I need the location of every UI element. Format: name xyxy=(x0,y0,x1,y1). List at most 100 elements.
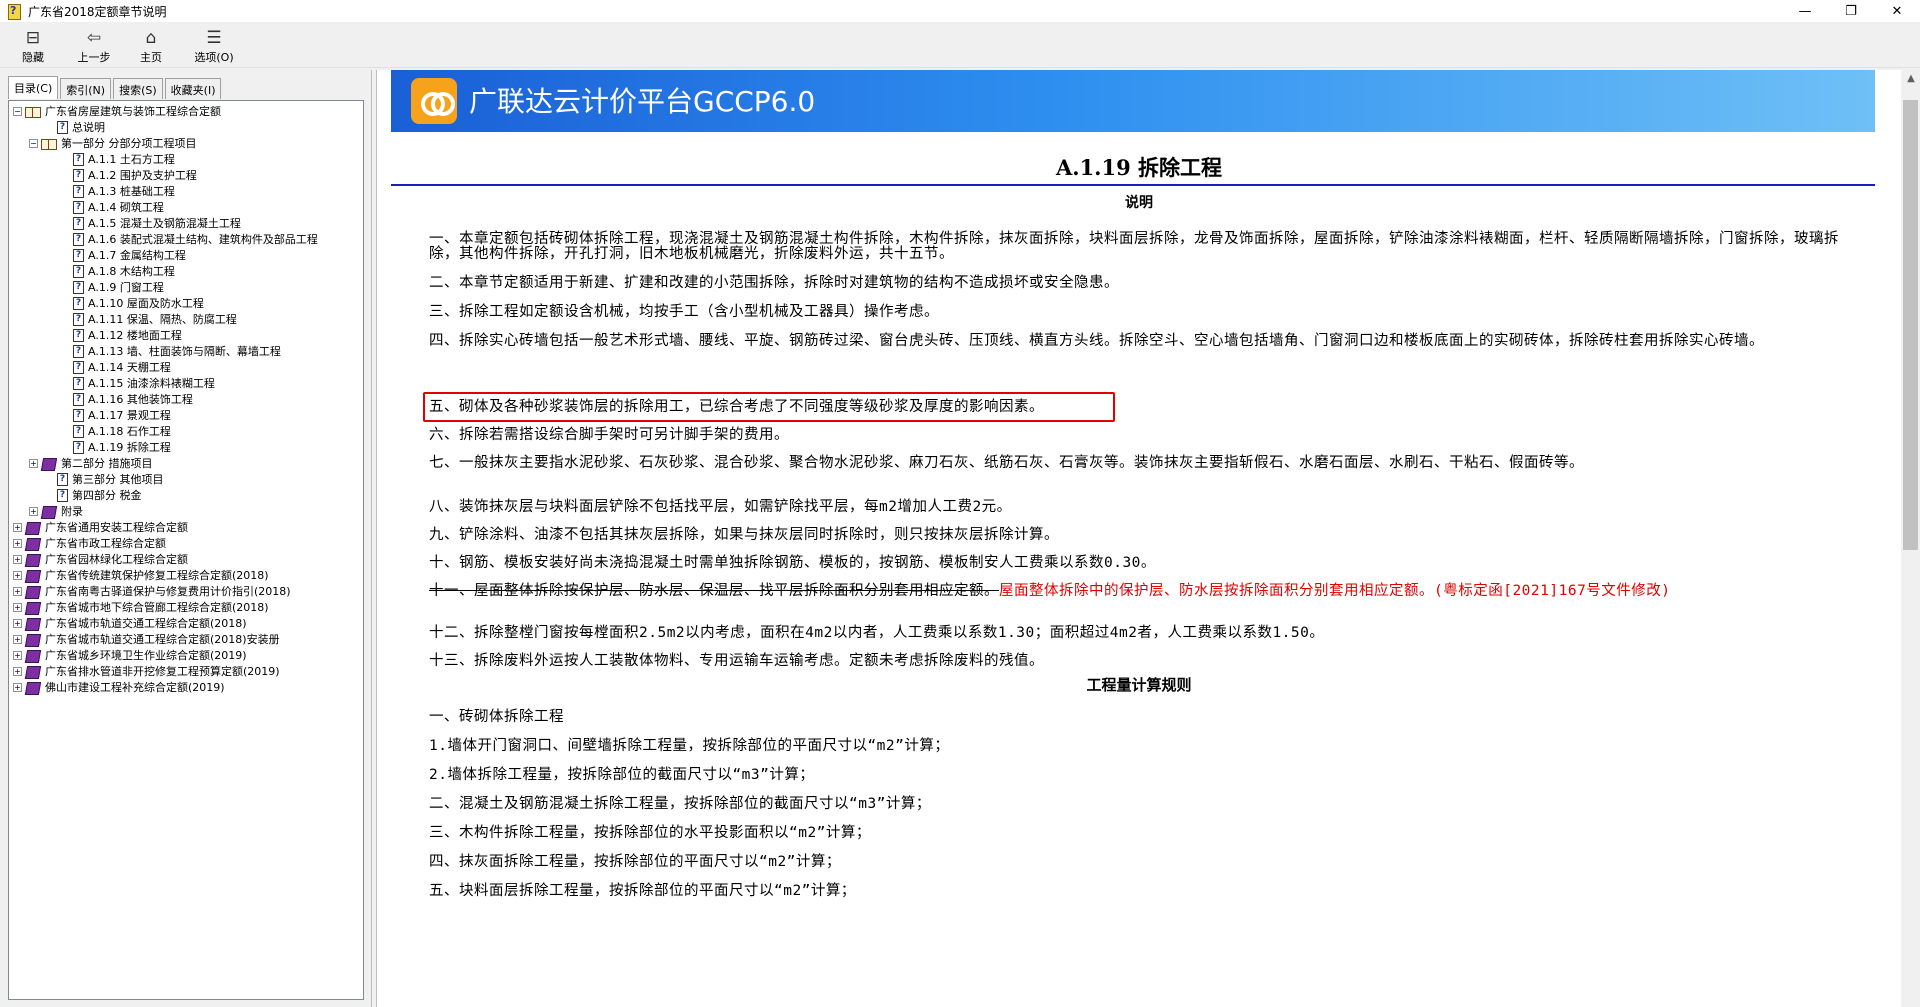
options-button[interactable]: ☰ 选项(O) xyxy=(190,22,238,68)
tree-node[interactable]: + 广东省城市轨道交通工程综合定额(2018) xyxy=(9,615,363,631)
vertical-scrollbar[interactable]: ▲ xyxy=(1901,70,1920,1007)
tree-node-label: 第一部分 分部分项工程项目 xyxy=(61,137,197,150)
rule-item: 一、砖砌体拆除工程 xyxy=(429,709,564,725)
tree-node[interactable]: + 广东省城市地下综合管廊工程综合定额(2018) xyxy=(9,599,363,615)
tree-node[interactable]: − 第一部分 分部分项工程项目 xyxy=(9,135,363,151)
tree-node[interactable]: ? 第四部分 税金 xyxy=(9,487,363,503)
tree-node[interactable]: ? 总说明 xyxy=(9,119,363,135)
scroll-up-icon[interactable]: ▲ xyxy=(1901,70,1920,88)
help-page-icon: ? xyxy=(73,312,84,326)
tree-node[interactable]: ? A.1.4 砌筑工程 xyxy=(9,199,363,215)
tree-node[interactable]: ? A.1.5 混凝土及钢筋混凝土工程 xyxy=(9,215,363,231)
expand-icon[interactable]: + xyxy=(29,458,38,468)
tree-node-label: 广东省市政工程综合定额 xyxy=(45,537,166,550)
tree-node[interactable]: ? A.1.19 拆除工程 xyxy=(9,439,363,455)
tree-node[interactable]: ? A.1.6 装配式混凝土结构、建筑构件及部品工程 xyxy=(9,231,363,247)
expand-icon[interactable]: + xyxy=(13,666,22,676)
closed-book-icon xyxy=(25,633,41,646)
tree-node[interactable]: ? A.1.13 墙、柱面装饰与隔断、幕墙工程 xyxy=(9,343,363,359)
tree-node[interactable]: ? A.1.14 天棚工程 xyxy=(9,359,363,375)
tree-node[interactable]: ? A.1.1 土石方工程 xyxy=(9,151,363,167)
tree-node[interactable]: ? A.1.3 桩基础工程 xyxy=(9,183,363,199)
tree-node[interactable]: + 第二部分 措施项目 xyxy=(9,455,363,471)
tree-node[interactable]: + 广东省传统建筑保护修复工程综合定额(2018) xyxy=(9,567,363,583)
rule-item: 五、块料面层拆除工程量，按拆除部位的平面尺寸以“m2”计算； xyxy=(429,883,856,899)
closed-book-icon xyxy=(25,601,41,614)
tree-node[interactable]: + 广东省排水管道非开挖修复工程预算定额(2019) xyxy=(9,663,363,679)
tree-node-label: 广东省城市地下综合管廊工程综合定额(2018) xyxy=(45,601,269,614)
expand-icon[interactable]: + xyxy=(13,618,22,628)
tree-node[interactable]: + 广东省南粤古驿道保护与修复费用计价指引(2018) xyxy=(9,583,363,599)
tree-node[interactable]: + 附录 xyxy=(9,503,363,519)
minimize-button[interactable]: — xyxy=(1782,0,1828,22)
tab-contents[interactable]: 目录(C) xyxy=(8,76,59,99)
expand-icon[interactable]: + xyxy=(29,506,38,516)
gcloud-logo-icon xyxy=(411,78,457,124)
home-button[interactable]: ⌂ 主页 xyxy=(134,22,168,68)
expand-icon[interactable]: + xyxy=(13,554,22,564)
close-button[interactable]: ✕ xyxy=(1874,0,1920,22)
tree-node[interactable]: + 广东省市政工程综合定额 xyxy=(9,535,363,551)
rule-item: 二、混凝土及钢筋混凝土拆除工程量，按拆除部位的截面尺寸以“m3”计算； xyxy=(429,796,931,812)
content-pane: 广联达云计价平台GCCP6.0 A.1.19 拆除工程 说明 一、本章定额包括砖… xyxy=(376,70,1920,1007)
tree-node[interactable]: ? A.1.18 石作工程 xyxy=(9,423,363,439)
rule-item: 三、木构件拆除工程量，按拆除部位的水平投影面积以“m2”计算； xyxy=(429,825,871,841)
closed-book-icon xyxy=(25,681,41,694)
home-label: 主页 xyxy=(140,51,162,64)
help-page-icon: ? xyxy=(57,120,68,134)
tree-node[interactable]: ? A.1.10 屋面及防水工程 xyxy=(9,295,363,311)
tree-node-label: A.1.8 木结构工程 xyxy=(88,265,175,278)
expand-icon[interactable]: + xyxy=(13,602,22,612)
tree-node[interactable]: ? A.1.15 油漆涂料裱糊工程 xyxy=(9,375,363,391)
tree-node[interactable]: ? A.1.9 门窗工程 xyxy=(9,279,363,295)
rule-item: 1.墙体开门窗洞口、间壁墙拆除工程量，按拆除部位的平面尺寸以“m2”计算； xyxy=(429,738,950,754)
closed-book-icon xyxy=(25,553,41,566)
expand-icon[interactable]: + xyxy=(13,634,22,644)
expand-icon[interactable]: + xyxy=(13,650,22,660)
collapse-icon[interactable]: − xyxy=(13,106,22,116)
tab-favorites[interactable]: 收藏夹(I) xyxy=(164,78,222,99)
back-arrow-icon: ⇦ xyxy=(86,28,102,48)
tree-node[interactable]: + 广东省城乡环境卫生作业综合定额(2019) xyxy=(9,647,363,663)
collapse-icon[interactable]: − xyxy=(29,138,38,148)
tree-node[interactable]: ? A.1.16 其他装饰工程 xyxy=(9,391,363,407)
tree-node[interactable]: + 佛山市建设工程补充综合定额(2019) xyxy=(9,679,363,695)
tree-node[interactable]: ? A.1.2 围护及支护工程 xyxy=(9,167,363,183)
expand-icon[interactable]: + xyxy=(13,570,22,580)
tree-node[interactable]: ? A.1.8 木结构工程 xyxy=(9,263,363,279)
tab-search[interactable]: 搜索(S) xyxy=(113,78,163,99)
expand-icon[interactable]: + xyxy=(13,538,22,548)
tree-node[interactable]: + 广东省城市轨道交通工程综合定额(2018)安装册 xyxy=(9,631,363,647)
tree-node[interactable]: − 广东省房屋建筑与装饰工程综合定额 xyxy=(9,103,363,119)
tree-node-label: 第二部分 措施项目 xyxy=(61,457,153,470)
restore-button[interactable]: ❐ xyxy=(1828,0,1874,22)
contents-tree-panel: − 广东省房屋建筑与装饰工程综合定额? 总说明 − 第一部分 分部分项工程项目? A.1.… xyxy=(8,100,364,1000)
tree-node[interactable]: + 广东省通用安装工程综合定额 xyxy=(9,519,363,535)
help-page-icon: ? xyxy=(73,328,84,342)
expand-icon[interactable]: + xyxy=(13,522,22,532)
tree-node-label: 总说明 xyxy=(72,121,105,134)
back-label: 上一步 xyxy=(77,51,111,64)
tab-index[interactable]: 索引(N) xyxy=(60,78,112,99)
tree-node[interactable]: ? A.1.17 景观工程 xyxy=(9,407,363,423)
options-label: 选项(O) xyxy=(194,51,234,64)
help-page-icon: ? xyxy=(73,216,84,230)
tree-node-label: A.1.16 其他装饰工程 xyxy=(88,393,193,406)
home-icon: ⌂ xyxy=(145,28,157,48)
closed-book-icon xyxy=(25,617,41,630)
toolbar: ⊟ 隐藏 ⇦ 上一步 ⌂ 主页 ☰ 选项(O) xyxy=(0,22,1920,68)
expand-icon[interactable]: + xyxy=(13,586,22,596)
tree-node[interactable]: + 广东省园林绿化工程综合定额 xyxy=(9,551,363,567)
help-page-icon: ? xyxy=(73,248,84,262)
help-page-icon: ? xyxy=(73,264,84,278)
tree-node[interactable]: ? A.1.12 楼地面工程 xyxy=(9,327,363,343)
back-button[interactable]: ⇦ 上一步 xyxy=(74,22,114,68)
tree-node[interactable]: ? 第三部分 其他项目 xyxy=(9,471,363,487)
scroll-thumb[interactable] xyxy=(1903,100,1918,550)
tree-node-label: 广东省传统建筑保护修复工程综合定额(2018) xyxy=(45,569,269,582)
help-page-icon: ? xyxy=(73,232,84,246)
tree-node[interactable]: ? A.1.7 金属结构工程 xyxy=(9,247,363,263)
tree-node[interactable]: ? A.1.11 保温、隔热、防腐工程 xyxy=(9,311,363,327)
hide-button[interactable]: ⊟ 隐藏 xyxy=(16,22,50,68)
expand-icon[interactable]: + xyxy=(13,682,22,692)
